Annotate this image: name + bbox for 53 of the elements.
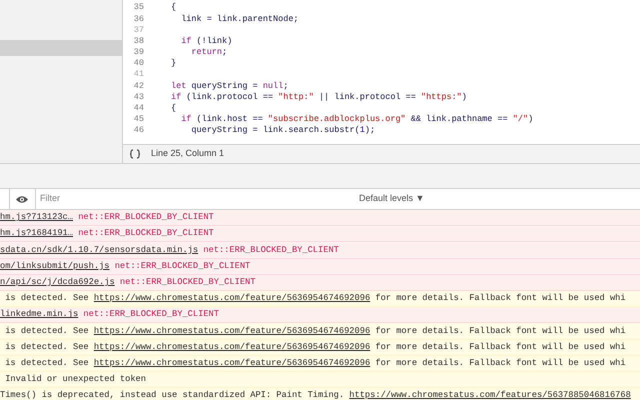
message-text: net::ERR_BLOCKED_BY_CLIENT xyxy=(202,246,339,254)
message-link[interactable]: https://www.chromestatus.com/feature/5636954674692096 xyxy=(94,342,370,352)
message-text: for more details. Fallback font will be used whi xyxy=(374,342,626,352)
code-line: return; xyxy=(190,48,228,57)
message-link[interactable]: https://www.chromestatus.com/features/5637885046816768 xyxy=(349,391,631,400)
code-line: { xyxy=(171,104,176,113)
line-number: 38 xyxy=(132,36,145,46)
message-text: for more details. Fallback font will be used whi xyxy=(374,294,626,303)
line-number: 35 xyxy=(132,3,145,12)
line-number: 40 xyxy=(132,59,145,68)
message-link[interactable]: sdata.cn/sdk/1.10.7/sensorsdata.min.js xyxy=(0,246,198,254)
message-text: is detected. See xyxy=(4,358,90,368)
message-text: is detected. See xyxy=(4,326,90,336)
code-line: if (link.protocol == "http:" || link.protocol == "https:") xyxy=(171,92,467,102)
line-number: 44 xyxy=(132,104,145,113)
line-number: 43 xyxy=(132,92,145,102)
line-number: 46 xyxy=(132,126,145,135)
eye-icon[interactable] xyxy=(15,194,29,204)
line-number: 41 xyxy=(132,70,145,79)
pretty-print-icon[interactable] xyxy=(129,149,141,159)
line-number: 36 xyxy=(132,14,145,24)
code-line: if (link.host == "subscribe.adblockplus.org" && link.pathname == "/") xyxy=(180,115,534,124)
code-line: } xyxy=(171,59,176,68)
levels-dropdown[interactable]: Default levels ▼ xyxy=(359,192,424,206)
message-text: is detected. See xyxy=(4,294,90,303)
message-text: Invalid or unexpected token xyxy=(4,375,146,384)
message-text: net::ERR_BLOCKED_BY_CLIENT xyxy=(77,229,214,238)
message-text: for more details. Fallback font will be used whi xyxy=(374,358,626,368)
code-line: link = link.parentNode; xyxy=(180,14,299,24)
message-link[interactable]: https://www.chromestatus.com/feature/5636954674692096 xyxy=(94,294,370,303)
message-text: Times() is deprecated, instead use standardized API: Paint Timing. xyxy=(0,391,346,400)
code-line: { xyxy=(171,3,176,12)
message-link[interactable]: https://www.chromestatus.com/feature/5636954674692096 xyxy=(94,326,370,336)
message-text: net::ERR_BLOCKED_BY_CLIENT xyxy=(77,213,214,222)
line-number: 37 xyxy=(132,26,145,34)
message-link[interactable]: hm.js?1684191… xyxy=(0,229,73,238)
message-text: is detected. See xyxy=(4,342,90,352)
code-line: queryString = link.search.substr(1); xyxy=(190,126,376,135)
line-number: 45 xyxy=(132,115,145,124)
message-text: net::ERR_BLOCKED_BY_CLIENT xyxy=(114,262,250,270)
line-number: 42 xyxy=(132,82,145,90)
message-link[interactable]: linkedme.min.js xyxy=(0,310,78,320)
code-line: let queryString = null; xyxy=(171,82,288,90)
message-text: for more details. Fallback font will be used whi xyxy=(374,326,626,336)
message-link[interactable]: om/linksubmit/push.js xyxy=(0,262,110,270)
line-number: 39 xyxy=(132,48,145,57)
message-link[interactable]: n/api/sc/j/dcda692e.js xyxy=(0,278,115,287)
message-text: net::ERR_BLOCKED_BY_CLIENT xyxy=(82,310,219,320)
message-text: net::ERR_BLOCKED_BY_CLIENT xyxy=(118,278,256,287)
cursor-position: Line 25, Column 1 xyxy=(151,147,224,160)
message-link[interactable]: hm.js?713123c… xyxy=(0,213,73,222)
message-link[interactable]: https://www.chromestatus.com/feature/5636954674692096 xyxy=(94,358,370,368)
code-line: if (!link) xyxy=(180,36,232,46)
